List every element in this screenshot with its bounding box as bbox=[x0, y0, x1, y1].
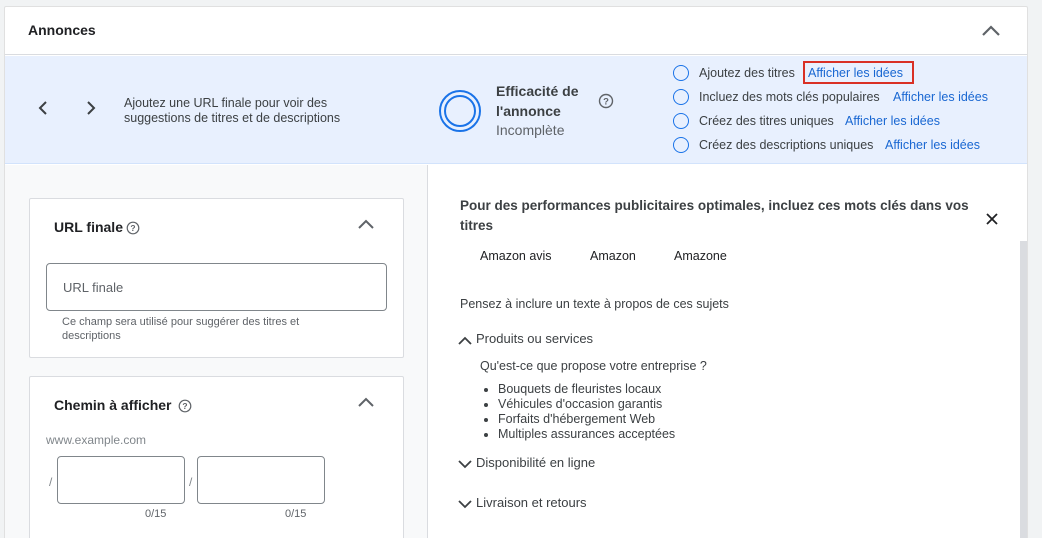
card-header: Annonces bbox=[5, 7, 1027, 55]
chevron-down-icon bbox=[458, 499, 472, 508]
help-icon[interactable]: ? bbox=[598, 93, 614, 109]
radio-circle-icon[interactable] bbox=[673, 137, 689, 153]
card-title: Annonces bbox=[28, 22, 96, 38]
chevron-down-icon bbox=[458, 459, 472, 468]
help-icon[interactable]: ? bbox=[178, 399, 192, 413]
highlight-box bbox=[803, 61, 914, 84]
final-url-section: URL finale ? Ce champ sera utilisé pour … bbox=[29, 198, 404, 358]
display-domain: www.example.com bbox=[46, 433, 147, 447]
section-title: Livraison et retours bbox=[476, 495, 587, 510]
show-ideas-link[interactable]: Afficher les idées bbox=[893, 90, 988, 104]
list-item: Forfaits d'hébergement Web bbox=[498, 412, 675, 427]
list-item: Bouquets de fleuristes locaux bbox=[498, 382, 675, 397]
topic-question: Qu'est-ce que propose votre entreprise ? bbox=[480, 359, 707, 373]
final-url-input[interactable] bbox=[46, 263, 387, 311]
ad-editor-pane: URL finale ? Ce champ sera utilisé pour … bbox=[5, 165, 428, 538]
keyword-chip[interactable]: Amazone bbox=[674, 249, 727, 263]
keywords-heading: Pour des performances publicitaires opti… bbox=[460, 198, 969, 233]
section-title: Disponibilité en ligne bbox=[476, 455, 596, 470]
show-ideas-link[interactable]: Afficher les idées bbox=[885, 138, 980, 152]
chevron-up-icon[interactable] bbox=[981, 23, 1001, 37]
path-1-input[interactable] bbox=[57, 456, 185, 504]
chevron-up-icon bbox=[458, 336, 472, 345]
display-path-section: Chemin à afficher ? www.example.com / / … bbox=[29, 376, 404, 538]
section-online-availability[interactable]: Disponibilité en ligne bbox=[457, 455, 595, 470]
section-products-services[interactable]: Produits ou services bbox=[457, 331, 593, 346]
radio-circle-icon[interactable] bbox=[673, 65, 689, 81]
scrollbar[interactable] bbox=[1020, 241, 1027, 538]
radio-circle-icon[interactable] bbox=[673, 89, 689, 105]
final-url-hint: Ce champ sera utilisé pour suggérer des … bbox=[62, 316, 300, 342]
topics-subheading: Pensez à inclure un texte à propos de ce… bbox=[460, 297, 729, 311]
ad-strength-title: Efficacité de l'annonce bbox=[496, 83, 579, 119]
show-ideas-link[interactable]: Afficher les idées bbox=[845, 114, 940, 128]
svg-text:?: ? bbox=[130, 223, 135, 233]
svg-text:?: ? bbox=[603, 97, 609, 108]
path-2-input[interactable] bbox=[197, 456, 325, 504]
chevron-left-icon[interactable] bbox=[35, 99, 51, 117]
chevron-right-icon[interactable] bbox=[83, 99, 99, 117]
list-item: Multiples assurances acceptées bbox=[498, 427, 675, 442]
chevron-up-icon[interactable] bbox=[357, 396, 375, 408]
final-url-title: URL finale bbox=[54, 219, 123, 235]
svg-text:?: ? bbox=[182, 401, 187, 411]
ads-card: Annonces Ajoutez une URL finale pour voi… bbox=[4, 6, 1028, 538]
section-delivery-returns[interactable]: Livraison et retours bbox=[457, 495, 587, 510]
checklist-label: Incluez des mots clés populaires bbox=[699, 90, 880, 104]
ideas-panel: Pour des performances publicitaires opti… bbox=[429, 165, 1027, 538]
checklist-label: Créez des titres uniques bbox=[699, 114, 834, 128]
path-separator: / bbox=[49, 475, 53, 489]
close-icon[interactable] bbox=[986, 213, 998, 225]
keyword-chip[interactable]: Amazon bbox=[590, 249, 636, 263]
suggestion-message: Ajoutez une URL finale pour voir des sug… bbox=[124, 96, 341, 125]
section-title: Produits ou services bbox=[476, 331, 594, 346]
ad-strength-banner: Ajoutez une URL finale pour voir des sug… bbox=[5, 56, 1027, 164]
path-2-counter: 0/15 bbox=[285, 508, 307, 520]
path-separator: / bbox=[189, 475, 193, 489]
display-path-title: Chemin à afficher bbox=[54, 397, 172, 413]
keyword-chip[interactable]: Amazon avis bbox=[480, 249, 552, 263]
list-item: Véhicules d'occasion garantis bbox=[498, 397, 675, 412]
help-icon[interactable]: ? bbox=[126, 221, 140, 235]
radio-circle-icon[interactable] bbox=[673, 113, 689, 129]
chevron-up-icon[interactable] bbox=[357, 218, 375, 230]
checklist-label: Créez des descriptions uniques bbox=[699, 138, 874, 152]
path-1-counter: 0/15 bbox=[145, 508, 167, 520]
ad-strength-ring-icon bbox=[439, 90, 481, 132]
topic-examples-list: Bouquets de fleuristes locaux Véhicules … bbox=[498, 382, 675, 442]
checklist-label: Ajoutez des titres bbox=[699, 66, 795, 80]
ad-strength-status: Incomplète bbox=[496, 122, 565, 138]
